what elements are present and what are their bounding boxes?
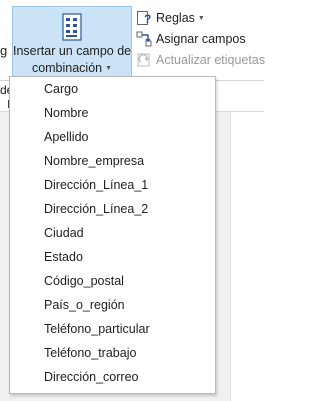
chevron-down-icon: ▼: [197, 14, 205, 22]
svg-text:?: ?: [144, 12, 151, 26]
rules-label: Reglas: [156, 11, 195, 25]
update-labels-icon: [137, 53, 150, 67]
insert-merge-field-button[interactable]: Insertar un campo de combinación ▼: [12, 6, 132, 77]
match-fields-label: Asignar campos: [156, 32, 246, 46]
ribbon-left-clipped-label: g: [0, 43, 8, 58]
insert-merge-field-label-line2: combinación ▼: [31, 61, 113, 75]
document-page[interactable]: [230, 112, 265, 401]
chevron-down-icon: ▼: [105, 65, 113, 72]
menu-item-codigo-postal[interactable]: Código_postal: [11, 269, 214, 293]
menu-item-estado[interactable]: Estado: [11, 245, 214, 269]
update-labels-button[interactable]: Actualizar etiquetas: [136, 51, 265, 69]
menu-item-ciudad[interactable]: Ciudad: [11, 221, 214, 245]
menu-item-direccion-linea-2[interactable]: Dirección_Línea_2: [11, 197, 214, 221]
ribbon: g Insertar un campo de combinación ▼ ? Re…: [0, 0, 265, 80]
menu-item-direccion-correo[interactable]: Dirección_correo: [11, 365, 214, 389]
menu-item-direccion-linea-1[interactable]: Dirección_Línea_1: [11, 173, 214, 197]
merge-field-dropdown: Cargo Nombre Apellido Nombre_empresa Dir…: [9, 76, 216, 394]
menu-item-nombre[interactable]: Nombre: [11, 101, 214, 125]
menu-item-apellido[interactable]: Apellido: [11, 125, 214, 149]
menu-item-pais-o-region[interactable]: País_o_región: [11, 293, 214, 317]
menu-item-telefono-particular[interactable]: Teléfono_particular: [11, 317, 214, 341]
update-labels-label: Actualizar etiquetas: [156, 53, 266, 67]
rules-icon: ?: [137, 11, 151, 26]
menu-item-nombre-empresa[interactable]: Nombre_empresa: [11, 149, 214, 173]
menu-item-telefono-trabajo[interactable]: Teléfono_trabajo: [11, 341, 214, 365]
insert-merge-field-label-line1: Insertar un campo de: [13, 44, 132, 58]
match-fields-icon: [136, 31, 152, 47]
merge-field-icon: [62, 13, 82, 41]
match-fields-button[interactable]: Asignar campos: [136, 30, 246, 48]
menu-item-cargo[interactable]: Cargo: [11, 77, 214, 101]
rules-button[interactable]: ? Reglas ▼: [136, 9, 205, 27]
